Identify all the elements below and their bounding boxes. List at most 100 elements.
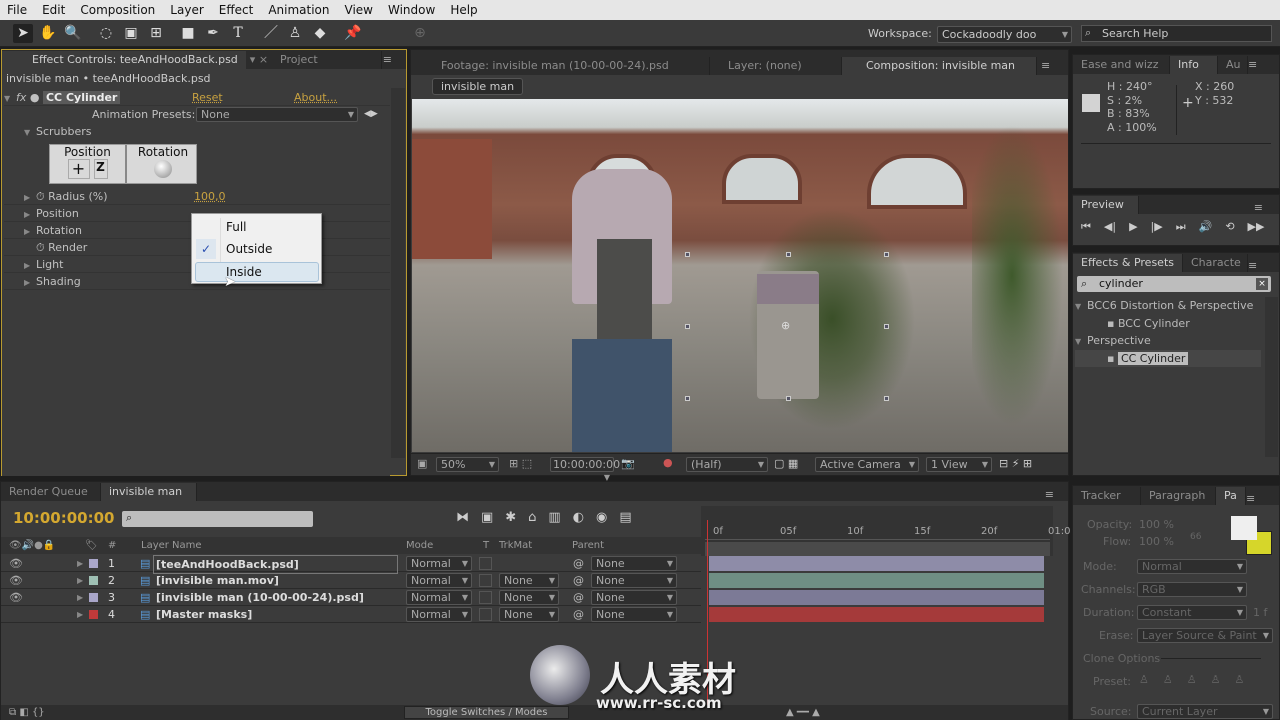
- menu-option-outside[interactable]: Outside: [226, 242, 272, 256]
- panel-menu-icon[interactable]: ≡: [1246, 492, 1255, 505]
- zoom-slider[interactable]: ▲ ━━ ▲: [786, 705, 820, 720]
- effect-name[interactable]: CC Cylinder: [42, 91, 121, 104]
- label-color[interactable]: [89, 610, 98, 619]
- layer-name[interactable]: [Master masks]: [156, 606, 252, 623]
- opacity-value[interactable]: 100 %: [1139, 518, 1174, 531]
- preserve-transparency-checkbox[interactable]: [479, 608, 492, 621]
- panel-menu-icon[interactable]: ≡: [1045, 488, 1068, 501]
- blend-mode-dropdown[interactable]: Normal: [406, 573, 472, 588]
- label-color[interactable]: [89, 576, 98, 585]
- selection-tool-icon[interactable]: ➤: [13, 24, 33, 43]
- menu-file[interactable]: File: [0, 3, 35, 17]
- layer-duration-bar[interactable]: [709, 556, 1044, 571]
- expand-triangle-icon[interactable]: ▶: [77, 606, 83, 623]
- camera-tool-icon[interactable]: ▣: [121, 24, 141, 43]
- clone-preset-icons[interactable]: ♙♙♙♙♙: [1139, 673, 1258, 686]
- search-help-input[interactable]: Search Help: [1081, 25, 1272, 42]
- position-prop[interactable]: Position: [36, 207, 79, 220]
- tab-paint[interactable]: Pa: [1216, 487, 1246, 505]
- render-prop[interactable]: Render: [48, 241, 87, 254]
- pick-whip-icon[interactable]: @: [573, 606, 584, 623]
- tab-tracker[interactable]: Tracker: [1073, 487, 1141, 505]
- eraser-tool-icon[interactable]: ◆: [310, 24, 330, 43]
- hand-tool-icon[interactable]: ✋: [38, 24, 58, 43]
- tab-preview[interactable]: Preview: [1073, 196, 1139, 214]
- menu-help[interactable]: Help: [443, 3, 485, 17]
- clone-stamp-tool-icon[interactable]: ♙: [285, 24, 305, 43]
- tab-effect-controls[interactable]: Effect Controls: teeAndHoodBack.psd: [2, 51, 246, 69]
- pan-behind-tool-icon[interactable]: ⊞: [146, 24, 166, 43]
- tab-layer[interactable]: Layer: (none): [710, 57, 842, 75]
- label-color[interactable]: [89, 559, 98, 568]
- radius-value[interactable]: 100,0: [194, 188, 226, 205]
- layer-duration-bar[interactable]: [709, 590, 1044, 605]
- pick-whip-icon[interactable]: @: [573, 589, 584, 606]
- composition-canvas[interactable]: ⊕: [412, 99, 1068, 452]
- footer-icons[interactable]: ⧉ ◧ {}: [9, 705, 45, 720]
- preserve-transparency-checkbox[interactable]: [479, 557, 492, 570]
- parent-dropdown[interactable]: None: [591, 607, 677, 622]
- blend-mode-dropdown[interactable]: Normal: [406, 556, 472, 571]
- scrollbar[interactable]: [391, 88, 405, 458]
- layer-name[interactable]: [invisible man.mov]: [156, 572, 279, 589]
- layer-row[interactable]: 👁 ▶ 3 ▤ [invisible man (10-00-00-24).psd…: [1, 589, 1044, 606]
- layer-name[interactable]: [invisible man (10-00-00-24).psd]: [156, 589, 364, 606]
- current-timecode[interactable]: 10:00:00:00: [13, 509, 115, 527]
- layer-duration-bar[interactable]: [709, 573, 1044, 588]
- tab-audio[interactable]: Au: [1218, 56, 1248, 74]
- timeline-switch-icons[interactable]: ⧓▣✱⌂▥◐◉▤: [456, 510, 644, 525]
- trkmat-dropdown[interactable]: None: [499, 573, 559, 588]
- scrollbar[interactable]: [1265, 297, 1278, 457]
- panel-menu-icon[interactable]: ≡: [383, 51, 406, 69]
- toggle-switches-modes-button[interactable]: Toggle Switches / Modes: [404, 706, 569, 719]
- tab-effects-presets[interactable]: Effects & Presets: [1073, 254, 1183, 272]
- menu-window[interactable]: Window: [381, 3, 443, 17]
- rotate-tool-icon[interactable]: ◌: [96, 24, 116, 43]
- play-icon[interactable]: ▶: [1129, 220, 1137, 234]
- layer-search-input[interactable]: ⌕: [122, 511, 313, 527]
- snapshot-icon[interactable]: 📷: [621, 457, 635, 470]
- audio-icon[interactable]: 🔊: [1199, 220, 1213, 234]
- label-color[interactable]: [89, 593, 98, 602]
- menu-layer[interactable]: Layer: [163, 3, 211, 17]
- ram-preview-icon[interactable]: ▶▶: [1248, 220, 1265, 234]
- source-dropdown[interactable]: Current Layer: [1137, 704, 1273, 719]
- tab-invisible-man-comp[interactable]: invisible man: [101, 483, 197, 501]
- eye-icon[interactable]: 👁: [9, 572, 23, 589]
- pick-whip-icon[interactable]: @: [573, 572, 584, 589]
- safe-zones-icon[interactable]: ⊞ ⬚: [509, 457, 532, 470]
- group-bcc6[interactable]: ▼ BCC6 Distortion & Perspective: [1075, 297, 1261, 315]
- tab-paragraph[interactable]: Paragraph: [1141, 487, 1216, 505]
- type-tool-icon[interactable]: T: [228, 24, 248, 43]
- menu-composition[interactable]: Composition: [73, 3, 163, 17]
- comp-nav-button[interactable]: invisible man: [432, 78, 524, 95]
- view-layout-dropdown[interactable]: 1 View: [926, 457, 992, 472]
- tab-ease-and-wizz[interactable]: Ease and wizz: [1073, 56, 1170, 74]
- panel-menu-icon[interactable]: ≡: [1254, 201, 1279, 214]
- effects-search-input[interactable]: cylinder: [1077, 276, 1271, 292]
- tab-project[interactable]: Project: [272, 51, 383, 69]
- paint-mode-dropdown[interactable]: Normal: [1137, 559, 1247, 574]
- erase-dropdown[interactable]: Layer Source & Paint: [1137, 628, 1273, 643]
- resolution-dropdown[interactable]: (Half): [686, 457, 768, 472]
- last-frame-icon[interactable]: ⏭: [1176, 220, 1186, 234]
- reset-link[interactable]: Reset: [192, 89, 223, 106]
- blend-mode-dropdown[interactable]: Normal: [406, 607, 472, 622]
- work-area-bar[interactable]: [705, 542, 1050, 556]
- first-frame-icon[interactable]: ⏮: [1081, 220, 1091, 234]
- menu-option-full[interactable]: Full: [226, 220, 247, 234]
- layer-row[interactable]: 👁 ▶ 2 ▤ [invisible man.mov] Normal None …: [1, 572, 1044, 589]
- parent-dropdown[interactable]: None: [591, 573, 677, 588]
- tab-footage[interactable]: Footage: invisible man (10-00-00-24).psd: [411, 57, 710, 75]
- pen-tool-icon[interactable]: ✒: [203, 24, 223, 43]
- trkmat-dropdown[interactable]: None: [499, 590, 559, 605]
- animation-presets-dropdown[interactable]: None: [196, 107, 358, 122]
- foreground-color-swatch[interactable]: [1231, 516, 1257, 540]
- pick-whip-icon[interactable]: @: [573, 555, 584, 572]
- tab-render-queue[interactable]: Render Queue: [1, 483, 101, 501]
- preserve-transparency-checkbox[interactable]: [479, 591, 492, 604]
- channel-icon[interactable]: ●: [663, 456, 673, 469]
- axis-mode-icon[interactable]: ⊕: [410, 24, 430, 43]
- magnification-dropdown[interactable]: 50%: [436, 457, 499, 472]
- position-scrubber[interactable]: Position + Z: [50, 145, 127, 183]
